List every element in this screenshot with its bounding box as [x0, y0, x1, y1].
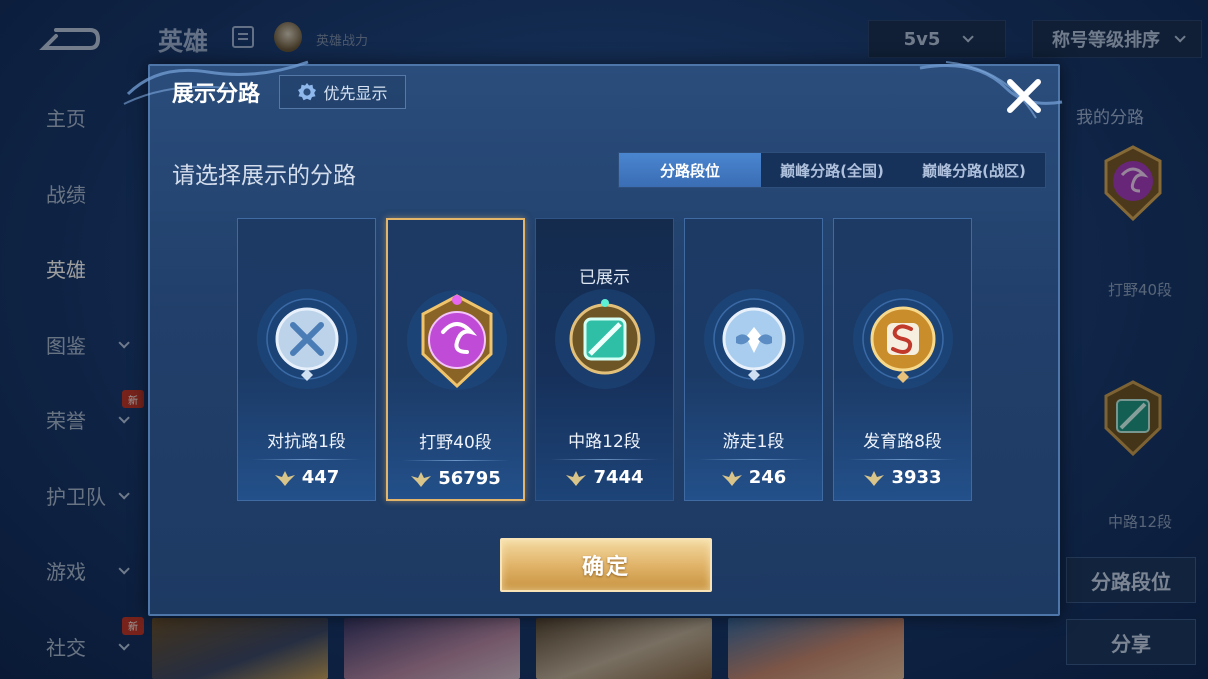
sidebar-item-label: 护卫队 — [46, 484, 106, 509]
new-badge: 新 — [122, 616, 144, 635]
confirm-button[interactable]: 确定 — [500, 538, 712, 592]
lane-card-label: 发育路8段 — [863, 432, 942, 452]
chevron-down-icon — [118, 412, 130, 424]
priority-display-label: 优先显示 — [323, 84, 388, 103]
close-icon[interactable] — [1002, 74, 1046, 118]
lane-rank-button[interactable]: 分路段位 — [1066, 557, 1196, 603]
page-title: 英雄 — [158, 27, 209, 56]
divider — [699, 459, 808, 460]
sidebar-item-label: 主页 — [46, 107, 86, 132]
priority-display-button[interactable]: 优先显示 — [279, 75, 406, 109]
mode-select[interactable]: 5v5 — [868, 20, 1006, 58]
lane-card-score: 447 — [238, 467, 375, 488]
mid-emblem-icon — [1104, 380, 1162, 456]
tab-peak-lane-national[interactable]: 巅峰分路(全国) — [761, 153, 903, 187]
lane-card-score-value: 447 — [301, 467, 340, 488]
lane-card-score: 7444 — [536, 467, 673, 488]
lane-card-score: 56795 — [388, 468, 523, 489]
sidebar-item-label: 战绩 — [46, 182, 86, 207]
my-lane-1-label: 打野40段 — [1107, 281, 1173, 299]
hero-thumbnail[interactable] — [728, 618, 904, 679]
lane-card-label: 对抗路1段 — [267, 432, 346, 452]
tab-lane-rank[interactable]: 分路段位 — [619, 153, 761, 187]
show-lane-dialog: 展示分路 优先显示 请选择展示的分路 分路段位 巅峰分路(全国) 巅峰分路(战区… — [123, 60, 1063, 616]
lane-card-score-value: 246 — [748, 467, 787, 488]
tab-peak-lane-region[interactable]: 巅峰分路(战区) — [903, 153, 1045, 187]
roam-lane-emblem-icon — [704, 289, 804, 389]
wing-score-icon — [411, 471, 432, 487]
lane-card-score-value: 3933 — [891, 467, 942, 488]
chevron-down-icon — [962, 31, 975, 43]
lane-card-score: 246 — [685, 467, 822, 488]
clash-lane-emblem-icon — [257, 289, 357, 389]
hero-power-icon[interactable] — [274, 22, 302, 52]
lane-card-label: 游走1段 — [722, 432, 785, 452]
sidebar-item-heroes[interactable]: 英雄 — [0, 231, 150, 307]
divider — [550, 459, 659, 460]
farm-lane-emblem-icon — [853, 289, 953, 389]
sidebar-item-label: 社交 — [46, 635, 86, 660]
wing-score-icon — [721, 470, 742, 486]
sidebar-item-honor[interactable]: 荣誉 新 — [0, 382, 150, 458]
sidebar-nav: 主页 战绩 英雄 图鉴 荣誉新 护卫队 游戏 社交新 — [0, 80, 150, 679]
chevron-down-icon — [118, 563, 130, 575]
lane-card-score-value: 7444 — [593, 467, 644, 488]
lane-card-score: 3933 — [834, 467, 971, 488]
dialog-title: 展示分路 — [172, 82, 261, 107]
sidebar-item-label: 图鉴 — [46, 333, 86, 358]
wing-score-icon — [274, 470, 295, 486]
hero-thumbnail[interactable] — [536, 618, 712, 679]
lane-card-score-value: 56795 — [438, 468, 501, 489]
share-button[interactable]: 分享 — [1066, 619, 1196, 665]
chevron-down-icon — [118, 638, 130, 651]
sidebar-item-label: 荣誉 — [46, 409, 86, 434]
wing-score-icon — [566, 470, 587, 486]
divider — [848, 459, 957, 460]
jungle-emblem-icon — [1104, 145, 1162, 221]
chevron-down-icon — [118, 487, 130, 500]
wing-score-icon — [864, 470, 885, 486]
select-lane-prompt: 请选择展示的分路 — [172, 163, 356, 189]
my-lane-panel: 我的分路 打野40段 中路12段 分路段位 分享 — [1060, 95, 1208, 675]
lane-card-mid[interactable]: 已展示 中路12段 7444 — [535, 218, 674, 501]
sidebar-item-label: 游戏 — [46, 560, 86, 585]
lane-card-label: 打野40段 — [419, 433, 492, 453]
new-badge: 新 — [122, 390, 144, 408]
sidebar-item-records[interactable]: 战绩 — [0, 156, 150, 232]
lane-card-label: 中路12段 — [568, 432, 641, 452]
back-icon[interactable] — [38, 26, 100, 52]
sidebar-item-games[interactable]: 游戏 — [0, 533, 150, 609]
mid-lane-emblem-icon — [555, 289, 655, 389]
my-lane-2-label: 中路12段 — [1107, 513, 1173, 531]
my-lane-title: 我的分路 — [1076, 108, 1144, 128]
sort-select[interactable]: 称号等级排序 — [1032, 20, 1202, 58]
mode-select-value: 5v5 — [903, 28, 941, 50]
chevron-down-icon — [1174, 31, 1186, 43]
list-icon[interactable] — [232, 26, 254, 48]
lane-card-roam[interactable]: 游走1段 246 — [684, 218, 823, 501]
hero-thumbnail[interactable] — [152, 618, 328, 679]
sidebar-item-label: 英雄 — [46, 258, 86, 283]
sort-select-value: 称号等级排序 — [1052, 30, 1160, 51]
lane-card-jungle[interactable]: 打野40段 56795 — [386, 218, 525, 501]
lane-card-clash[interactable]: 对抗路1段 447 — [237, 218, 376, 501]
chevron-down-icon — [118, 336, 130, 349]
jungle-lane-emblem-icon — [407, 290, 507, 390]
sidebar-item-codex[interactable]: 图鉴 — [0, 307, 150, 383]
hero-thumbnail-strip — [152, 618, 912, 679]
gear-icon — [298, 83, 317, 101]
sidebar-item-social[interactable]: 社交 新 — [0, 609, 150, 679]
divider — [402, 460, 509, 461]
hero-power-label[interactable]: 英雄战力 — [316, 30, 368, 49]
lane-tabs: 分路段位 巅峰分路(全国) 巅峰分路(战区) — [618, 152, 1046, 188]
hero-thumbnail[interactable] — [344, 618, 520, 679]
divider — [252, 459, 361, 460]
sidebar-item-guard[interactable]: 护卫队 — [0, 458, 150, 534]
lane-card-farm[interactable]: 发育路8段 3933 — [833, 218, 972, 501]
